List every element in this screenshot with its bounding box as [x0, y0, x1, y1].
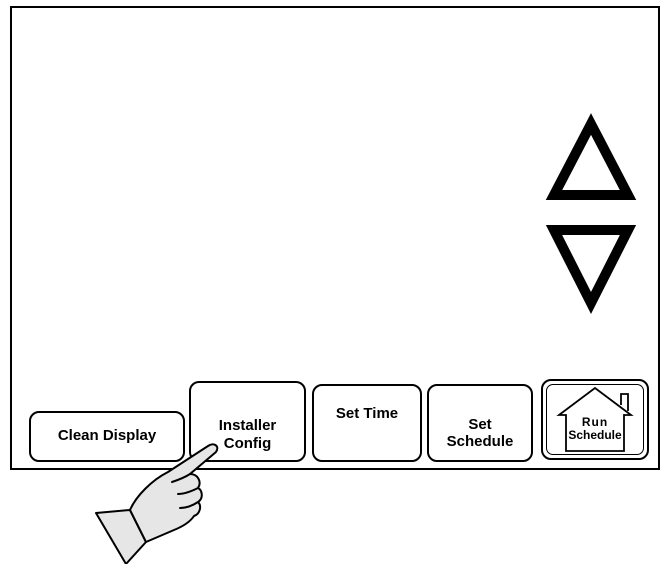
- set-time-label: Set Time: [335, 405, 399, 422]
- thermostat-touchscreen-diagram: Clean Display Installer Config Set Time …: [0, 0, 664, 564]
- run-schedule-button[interactable]: Run Schedule: [541, 379, 649, 460]
- set-schedule-label-line1: Set: [468, 416, 492, 433]
- set-schedule-button[interactable]: Set Schedule: [427, 384, 533, 462]
- installer-config-label-line1: Installer: [218, 417, 277, 434]
- down-arrow-icon[interactable]: [545, 223, 637, 315]
- run-schedule-label-line2: Schedule: [568, 428, 622, 442]
- set-time-button[interactable]: Set Time: [312, 384, 422, 462]
- pointing-hand-icon: [95, 443, 219, 564]
- up-arrow-icon[interactable]: [545, 113, 637, 202]
- set-schedule-label-line2: Schedule: [446, 433, 514, 450]
